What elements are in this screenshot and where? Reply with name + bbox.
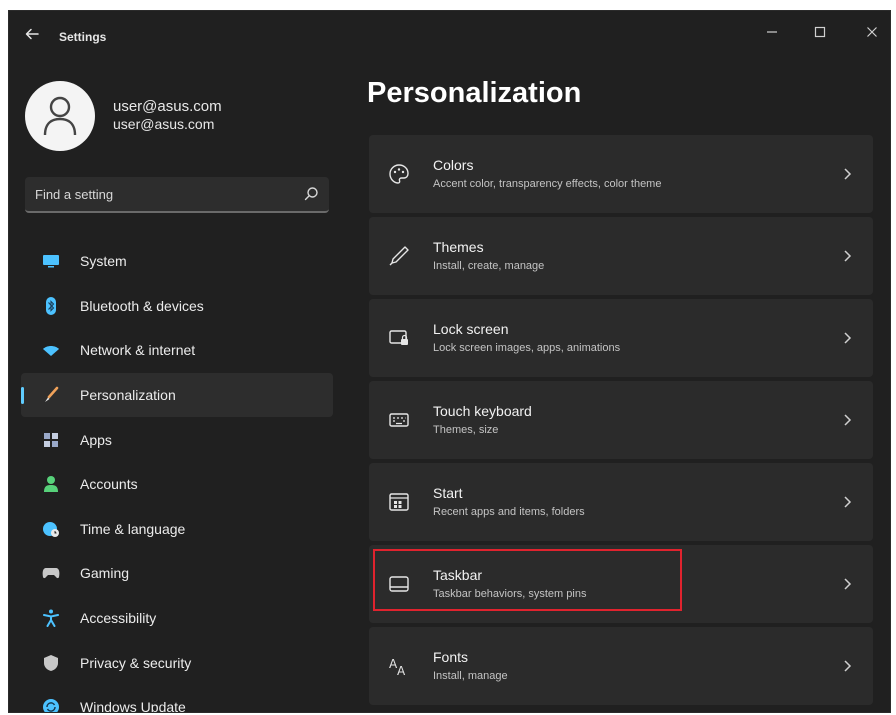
card-title: Start	[433, 485, 463, 501]
bluetooth-icon	[41, 296, 61, 316]
sidebar-item-personalization[interactable]: Personalization	[21, 372, 333, 418]
sidebar-item-label: Accounts	[80, 476, 138, 493]
search-box[interactable]	[25, 177, 329, 213]
sidebar-item-label: System	[80, 253, 127, 270]
sidebar-item-label: Time & language	[80, 520, 186, 537]
sidebar-item-gaming[interactable]: Gaming	[21, 551, 333, 596]
palette-icon	[387, 162, 411, 186]
sidebar-item-windows-update[interactable]: Windows Update	[21, 685, 333, 713]
pen-icon	[387, 244, 411, 268]
card-subtitle: Themes, size	[433, 424, 499, 436]
search-icon[interactable]	[303, 186, 319, 202]
wifi-icon	[41, 340, 61, 360]
sidebar-item-network[interactable]: Network & internet	[21, 328, 333, 373]
chevron-right-icon	[841, 167, 853, 181]
sidebar-item-apps[interactable]: Apps	[21, 417, 333, 462]
sidebar-item-label: Privacy & security	[80, 654, 192, 671]
sidebar-item-system[interactable]: System	[21, 239, 333, 284]
maximize-button[interactable]	[809, 21, 831, 43]
page-title: Personalization	[367, 77, 582, 109]
fonts-icon: AA	[387, 654, 411, 678]
chevron-right-icon	[841, 577, 853, 591]
settings-card-start[interactable]: Start Recent apps and items, folders	[369, 463, 873, 541]
sidebar-item-label: Gaming	[80, 565, 130, 582]
card-title: Fonts	[433, 649, 469, 665]
accounts-icon	[41, 474, 61, 494]
monitor-icon	[41, 251, 61, 271]
start-icon	[387, 490, 411, 514]
sidebar-item-time-language[interactable]: Time & language	[21, 507, 333, 552]
card-title: Colors	[433, 157, 474, 173]
card-title: Themes	[433, 239, 484, 255]
search-input[interactable]	[25, 177, 285, 211]
sidebar-item-label: Network & internet	[80, 342, 196, 359]
minimize-button[interactable]	[761, 21, 783, 43]
active-indicator	[21, 386, 24, 404]
chevron-right-icon	[841, 413, 853, 427]
sidebar-item-label: Personalization	[80, 387, 176, 404]
sidebar-item-label: Accessibility	[80, 610, 157, 627]
window-title: Settings	[59, 30, 107, 44]
title-bar: Settings	[9, 11, 890, 57]
gamepad-icon	[41, 563, 61, 583]
person-icon	[43, 96, 77, 136]
chevron-right-icon	[841, 249, 853, 263]
sidebar-item-label: Apps	[80, 431, 112, 448]
card-subtitle: Install, manage	[433, 670, 508, 682]
card-title: Lock screen	[433, 321, 509, 337]
taskbar-highlight-box	[373, 549, 682, 611]
settings-card-touch-keyboard[interactable]: Touch keyboard Themes, size	[369, 381, 873, 459]
accessibility-icon	[41, 608, 61, 628]
windows-update-icon	[41, 697, 61, 712]
sidebar-item-privacy-security[interactable]: Privacy & security	[21, 640, 333, 685]
chevron-right-icon	[841, 495, 853, 509]
profile-email: user@asus.com	[113, 116, 215, 132]
settings-card-colors[interactable]: Colors Accent color, transparency effect…	[369, 135, 873, 213]
card-subtitle: Install, create, manage	[433, 260, 545, 272]
avatar[interactable]	[25, 81, 95, 151]
sidebar-item-bluetooth[interactable]: Bluetooth & devices	[21, 284, 333, 329]
sidebar-item-label: Windows Update	[80, 699, 186, 713]
apps-icon	[41, 430, 61, 450]
globe-clock-icon	[41, 519, 61, 539]
settings-list: Colors Accent color, transparency effect…	[369, 135, 873, 709]
card-subtitle: Recent apps and items, folders	[433, 506, 585, 518]
brush-icon	[41, 385, 61, 405]
sidebar-item-accounts[interactable]: Accounts	[21, 462, 333, 507]
keyboard-icon	[387, 408, 411, 432]
card-subtitle: Lock screen images, apps, animations	[433, 342, 621, 354]
settings-card-themes[interactable]: Themes Install, create, manage	[369, 217, 873, 295]
chevron-right-icon	[841, 659, 853, 673]
profile-name: user@asus.com	[113, 98, 222, 115]
shield-icon	[41, 653, 61, 673]
sidebar-item-accessibility[interactable]: Accessibility	[21, 596, 333, 641]
settings-window: Settings user@asus.com user@asus.com Fin…	[8, 10, 891, 713]
sidebar-item-label: Bluetooth & devices	[80, 297, 204, 314]
card-title: Touch keyboard	[433, 403, 532, 419]
settings-card-lock-screen[interactable]: Lock screen Lock screen images, apps, an…	[369, 299, 873, 377]
close-button[interactable]	[861, 21, 883, 43]
card-subtitle: Accent color, transparency effects, colo…	[433, 178, 662, 190]
user-profile[interactable]: user@asus.com user@asus.com	[25, 81, 335, 151]
chevron-right-icon	[841, 331, 853, 345]
settings-card-fonts[interactable]: AA Fonts Install, manage	[369, 627, 873, 705]
svg-text:A: A	[397, 664, 406, 677]
lock-screen-icon	[387, 326, 411, 350]
sidebar-nav: System Bluetooth & devices Network & int…	[21, 239, 333, 713]
back-arrow-icon[interactable]	[23, 25, 41, 43]
